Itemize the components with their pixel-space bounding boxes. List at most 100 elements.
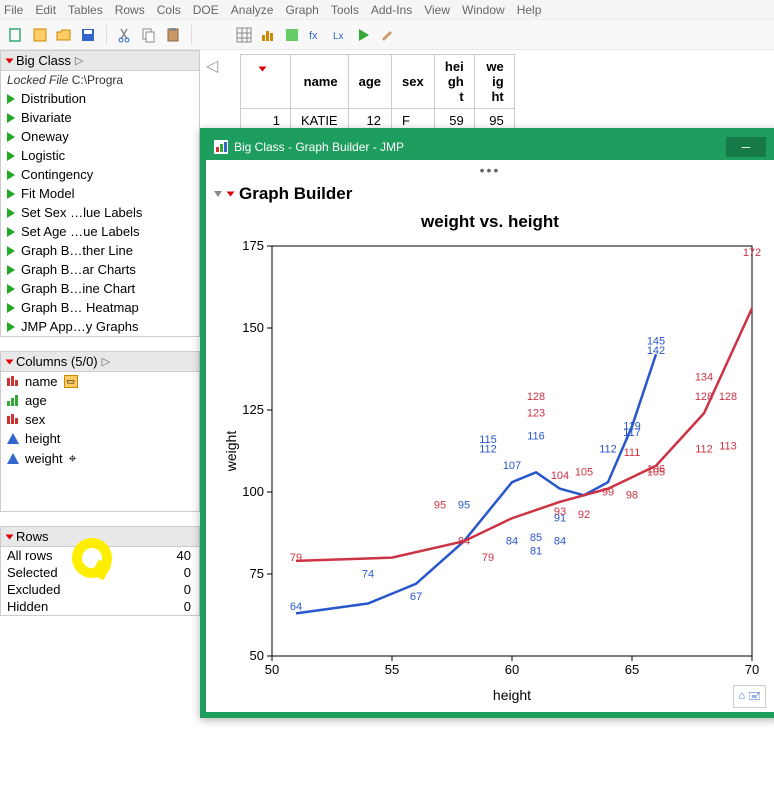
script-item[interactable]: Graph B…ther Line (1, 241, 199, 260)
graph-builder-window[interactable]: Big Class - Graph Builder - JMP ─ ••• Gr… (200, 128, 774, 718)
run-icon[interactable] (7, 170, 15, 180)
lx-icon[interactable]: Lx (330, 25, 350, 45)
table-panel-header[interactable]: Big Class ▷ (0, 50, 200, 71)
menu-view[interactable]: View (424, 3, 450, 17)
column-item-sex[interactable]: sex (1, 410, 199, 429)
menu-tools[interactable]: Tools (331, 3, 359, 17)
col-header-weight[interactable]: weight (474, 55, 514, 109)
rows-stat[interactable]: Excluded0 (1, 581, 199, 598)
col-header-age[interactable]: age (348, 55, 391, 109)
svg-text:104: 104 (551, 470, 569, 482)
svg-text:172: 172 (743, 247, 761, 259)
drag-handle-icon[interactable]: ••• (206, 160, 774, 180)
rows-panel-header[interactable]: Rows (0, 526, 200, 547)
fx-icon[interactable]: fx (306, 25, 326, 45)
col-header-sex[interactable]: sex (392, 55, 435, 109)
script-item[interactable]: Contingency (1, 165, 199, 184)
menu-file[interactable]: File (4, 3, 23, 17)
script-item[interactable]: Oneway (1, 127, 199, 146)
col-header-name[interactable]: name (291, 55, 349, 109)
new-table-icon[interactable] (30, 25, 50, 45)
run-icon[interactable] (7, 113, 15, 123)
hotspot-icon[interactable] (227, 192, 235, 197)
menu-window[interactable]: Window (462, 3, 505, 17)
play-icon[interactable] (354, 25, 374, 45)
run-icon[interactable] (7, 284, 15, 294)
rows-stat[interactable]: Selected0 (1, 564, 199, 581)
script-item[interactable]: Bivariate (1, 108, 199, 127)
script-item[interactable]: Fit Model (1, 184, 199, 203)
menu-edit[interactable]: Edit (35, 3, 56, 17)
open-icon[interactable] (54, 25, 74, 45)
paste-icon[interactable] (163, 25, 183, 45)
run-icon[interactable] (7, 151, 15, 161)
menu-tables[interactable]: Tables (68, 3, 103, 17)
run-icon[interactable] (7, 227, 15, 237)
run-icon[interactable] (7, 265, 15, 275)
chart-title: weight vs. height (206, 212, 774, 232)
cut-icon[interactable] (115, 25, 135, 45)
run-icon[interactable] (7, 246, 15, 256)
script-label: Graph B…ine Chart (21, 281, 135, 296)
script-item[interactable]: Logistic (1, 146, 199, 165)
menu-addins[interactable]: Add-Ins (371, 3, 412, 17)
columns-panel-header[interactable]: Columns (5/0) ▷ (0, 351, 200, 372)
window-titlebar[interactable]: Big Class - Graph Builder - JMP ─ (206, 134, 774, 160)
script-item[interactable]: Set Age …ue Labels (1, 222, 199, 241)
edit-icon[interactable] (378, 25, 398, 45)
column-label: name (25, 374, 58, 389)
svg-text:128: 128 (527, 391, 545, 403)
outline-disclosure-icon[interactable] (214, 191, 222, 197)
menu-rows[interactable]: Rows (115, 3, 145, 17)
run-icon[interactable] (7, 94, 15, 104)
svg-text:100: 100 (242, 484, 264, 499)
menu-cols[interactable]: Cols (157, 3, 181, 17)
data-table[interactable]: name age sex height weight 1 KATIE 12 F … (240, 54, 515, 133)
save-icon[interactable] (78, 25, 98, 45)
copy-icon[interactable] (139, 25, 159, 45)
home-icon[interactable]: ⌂ 🖃 (733, 685, 766, 708)
menu-help[interactable]: Help (517, 3, 542, 17)
column-item-height[interactable]: height (1, 429, 199, 448)
script-label: Logistic (21, 148, 65, 163)
cursor-icon: ⌖ (69, 450, 77, 467)
run-icon[interactable] (7, 189, 15, 199)
run-icon[interactable] (7, 303, 15, 313)
run-icon[interactable] (7, 208, 15, 218)
script-item[interactable]: JMP App…y Graphs (1, 317, 199, 336)
expand-icon[interactable]: ▷ (102, 355, 114, 368)
table-name: Big Class (16, 53, 71, 68)
column-item-age[interactable]: age (1, 391, 199, 410)
column-item-weight[interactable]: weight ⌖ (1, 448, 199, 469)
rows-stat[interactable]: Hidden0 (1, 598, 199, 615)
menu-graph[interactable]: Graph (285, 3, 318, 17)
menu-doe[interactable]: DOE (193, 3, 219, 17)
script-item[interactable]: Graph B…ine Chart (1, 279, 199, 298)
chart1-icon[interactable] (258, 25, 278, 45)
row-menu-icon[interactable] (260, 60, 265, 78)
script-item[interactable]: Set Sex …lue Labels (1, 203, 199, 222)
svg-text:116: 116 (527, 431, 545, 443)
new-icon[interactable] (6, 25, 26, 45)
disclosure-icon[interactable] (6, 359, 14, 364)
run-icon[interactable] (7, 132, 15, 142)
expand-icon[interactable]: ▷ (75, 54, 87, 67)
column-item-name[interactable]: name ▭ (1, 372, 199, 391)
script-item[interactable]: Distribution (1, 89, 199, 108)
minimize-button[interactable]: ─ (726, 137, 766, 157)
disclosure-icon[interactable] (6, 534, 14, 539)
rows-stat[interactable]: All rows40 (1, 547, 199, 564)
svg-text:113: 113 (719, 440, 737, 452)
disclosure-icon[interactable] (6, 58, 14, 63)
script-item[interactable]: Graph B…ar Charts (1, 260, 199, 279)
menu-analyze[interactable]: Analyze (231, 3, 274, 17)
chart-area[interactable]: 50751001251501755055606570heightweight64… (222, 236, 762, 706)
grid-icon[interactable] (234, 25, 254, 45)
script-item[interactable]: Graph B… Heatmap (1, 298, 199, 317)
col-header-height[interactable]: height (434, 55, 474, 109)
scroll-left-icon[interactable]: ◁ (206, 56, 218, 76)
chart2-icon[interactable] (282, 25, 302, 45)
run-icon[interactable] (7, 322, 15, 332)
window-title: Big Class - Graph Builder - JMP (234, 140, 404, 154)
script-label: Contingency (21, 167, 93, 182)
